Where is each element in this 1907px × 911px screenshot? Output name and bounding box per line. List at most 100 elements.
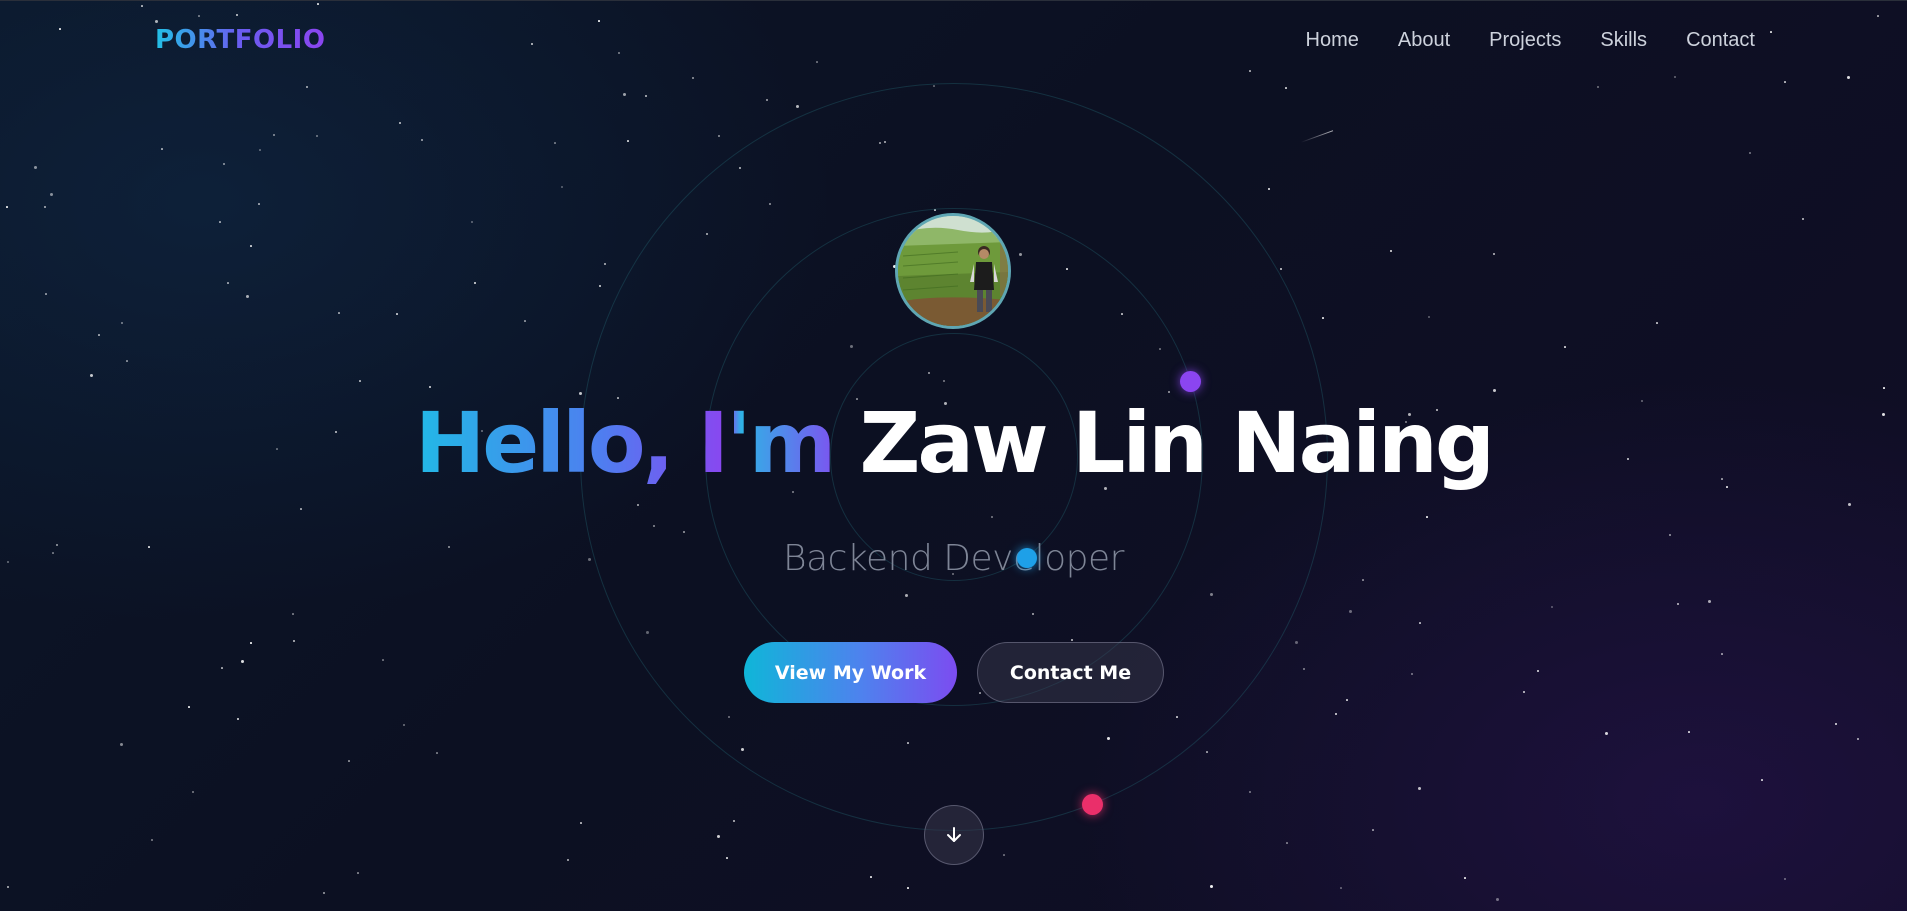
star [1295, 641, 1298, 644]
star [1493, 389, 1496, 392]
star [1674, 76, 1676, 78]
star [627, 140, 629, 142]
star [1523, 691, 1525, 693]
nav-projects[interactable]: Projects [1489, 29, 1561, 52]
star [399, 122, 401, 124]
star [692, 77, 694, 79]
star [524, 320, 526, 322]
star [1761, 779, 1763, 781]
star [219, 221, 221, 223]
star [1883, 387, 1885, 389]
star [306, 86, 308, 88]
main-nav: Home About Projects Skills Contact [1306, 29, 1755, 52]
star [1656, 322, 1658, 324]
star [554, 142, 556, 144]
star [1285, 87, 1287, 89]
star [1605, 732, 1608, 735]
star [796, 105, 799, 108]
star [246, 295, 249, 298]
star [34, 166, 37, 169]
star [357, 872, 359, 874]
star [348, 760, 350, 762]
star [1362, 579, 1364, 581]
star [338, 312, 340, 314]
star [227, 282, 229, 284]
star [192, 791, 194, 793]
star [816, 61, 818, 63]
star [258, 203, 260, 205]
star [1677, 603, 1679, 605]
star [7, 886, 9, 888]
star [1346, 699, 1348, 701]
star [1551, 606, 1553, 608]
star [1411, 673, 1413, 675]
star [50, 193, 53, 196]
star [474, 282, 476, 284]
star [599, 285, 601, 287]
star [292, 613, 294, 615]
star [580, 822, 582, 824]
star [1770, 31, 1772, 33]
star [1802, 218, 1804, 220]
star [726, 857, 728, 859]
star [241, 660, 244, 663]
star [236, 14, 238, 16]
star [250, 245, 252, 247]
orbit-dot-purple [1180, 371, 1201, 392]
star [718, 135, 720, 137]
star [1340, 887, 1342, 889]
star [161, 148, 163, 150]
nav-contact[interactable]: Contact [1686, 29, 1755, 52]
star [98, 334, 100, 336]
star [1857, 738, 1859, 740]
star [1847, 76, 1850, 79]
star [45, 293, 47, 295]
logo[interactable]: PORTFOLIO [155, 25, 325, 55]
orbit-dot-pink [1082, 794, 1103, 815]
name-text: Zaw Lin Naing [859, 394, 1495, 492]
contact-me-button[interactable]: Contact Me [977, 642, 1164, 703]
star [1835, 723, 1837, 725]
star [1537, 670, 1539, 672]
star [323, 892, 325, 894]
star [1003, 854, 1005, 856]
star [598, 20, 600, 22]
star [317, 3, 319, 5]
star [273, 134, 275, 136]
star [1496, 898, 1499, 901]
star [1848, 503, 1851, 506]
star [1669, 534, 1671, 536]
star [1418, 787, 1421, 790]
greeting-text: Hello, I'm [415, 394, 836, 492]
star [1784, 878, 1786, 880]
star [1749, 152, 1751, 154]
star [531, 43, 533, 45]
star [766, 99, 768, 101]
nav-home[interactable]: Home [1306, 29, 1359, 52]
arrow-down-icon [947, 827, 961, 842]
star [604, 263, 606, 265]
scroll-down-button[interactable] [924, 805, 984, 865]
star [870, 876, 872, 878]
star [421, 139, 423, 141]
star [1322, 317, 1324, 319]
star [1210, 885, 1213, 888]
nav-skills[interactable]: Skills [1600, 29, 1647, 52]
star [121, 322, 123, 324]
star [120, 743, 123, 746]
star [1464, 877, 1466, 879]
view-my-work-button[interactable]: View My Work [744, 642, 957, 703]
star [1249, 791, 1251, 793]
star [1390, 250, 1392, 252]
star [1428, 316, 1430, 318]
role-subtitle: Backend Developer [783, 538, 1124, 579]
star [155, 20, 158, 23]
star [90, 374, 93, 377]
star [316, 135, 318, 137]
star [1721, 653, 1723, 655]
star [44, 206, 46, 208]
nav-about[interactable]: About [1398, 29, 1450, 52]
star [733, 820, 735, 822]
star [221, 667, 223, 669]
star [403, 724, 405, 726]
